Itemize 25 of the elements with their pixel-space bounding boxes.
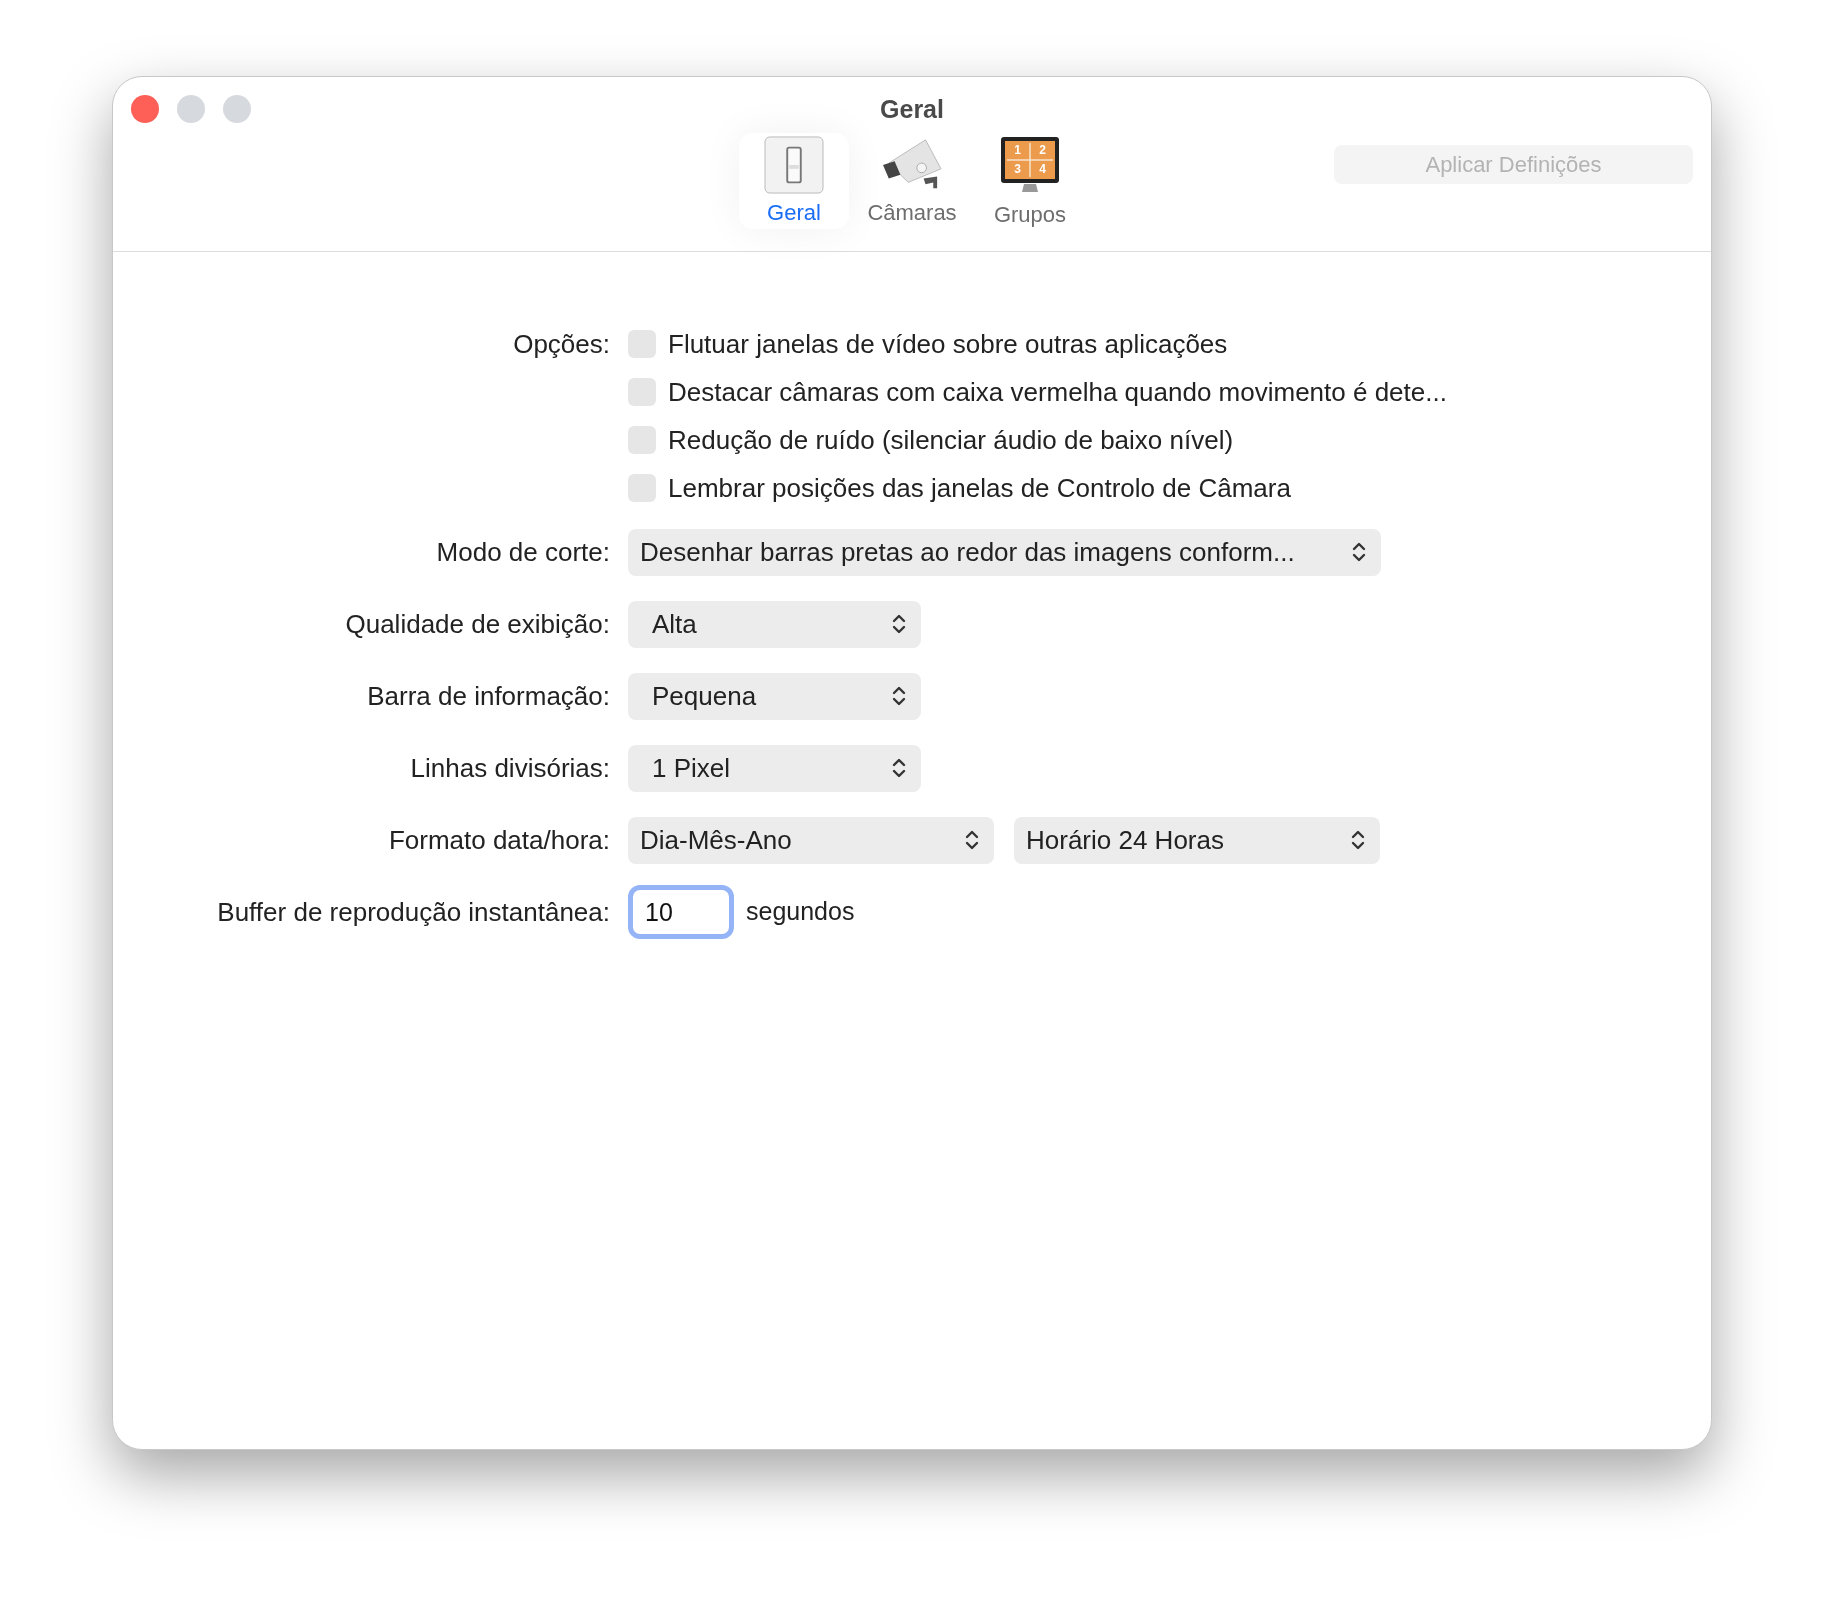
field-label: Buffer de reprodução instantânea: xyxy=(217,895,610,929)
popup-button[interactable]: 1 Pixel xyxy=(628,744,921,792)
field-label: Barra de informação: xyxy=(367,679,610,713)
popup-button[interactable]: Desenhar barras pretas ao redor das imagens conform... xyxy=(628,528,1381,576)
popup-button[interactable]: Dia-Mês-Ano xyxy=(628,816,994,864)
field-label: Formato data/hora: xyxy=(388,823,610,857)
popup-button[interactable]: Horário 24 Horas xyxy=(1014,816,1380,864)
input-field[interactable]: 10 xyxy=(628,885,734,939)
popup-button[interactable]: Alta xyxy=(628,600,921,648)
checkbox[interactable]: Destacar câmaras com caixa vermelha quando movimento é dete... xyxy=(628,372,1447,412)
field-label: Linhas divisórias: xyxy=(410,751,610,785)
field-label: Qualidade de exibição: xyxy=(345,607,610,641)
window-title: Geral xyxy=(880,94,944,125)
toolbar-tab[interactable]: Geral xyxy=(739,132,849,229)
switch-icon xyxy=(763,135,825,194)
field-label: Modo de corte: xyxy=(436,535,610,569)
close-window-button[interactable] xyxy=(131,95,159,123)
checkbox[interactable]: Flutuar janelas de vídeo sobre outras aplicações xyxy=(628,324,1228,364)
field-label: Opções: xyxy=(513,327,610,361)
popup-button[interactable]: Pequena xyxy=(628,672,921,720)
toolbar-tab[interactable]: Câmaras xyxy=(857,132,967,229)
checkbox[interactable]: Lembrar posições das janelas de Controlo de Câmara xyxy=(628,468,1291,508)
checkbox[interactable]: Redução de ruído (silenciar áudio de baixo nível) xyxy=(628,420,1234,460)
toolbar-tab[interactable]: 1 2 3 4 Grupos xyxy=(975,132,1085,229)
unit-label: segundos xyxy=(746,896,855,928)
